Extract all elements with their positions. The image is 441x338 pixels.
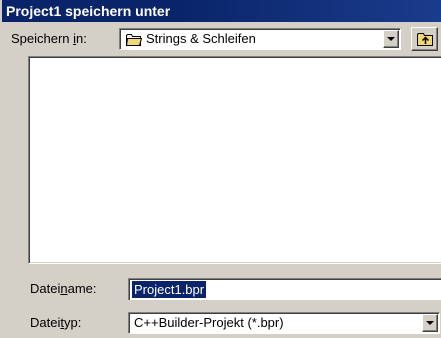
filetype-label: Dateityp:	[30, 315, 82, 330]
save-in-label: Speichern in:	[11, 31, 87, 46]
folder-icon	[125, 33, 143, 46]
save-in-dropdown[interactable]: Strings & Schleifen	[119, 28, 401, 50]
file-list[interactable]	[28, 56, 441, 264]
save-in-value: Strings & Schleifen	[146, 31, 256, 46]
filename-label: Dateiname:	[30, 281, 97, 296]
filetype-dropdown[interactable]: C++Builder-Projekt (*.bpr)	[128, 312, 440, 334]
dialog-title: Project1 speichern unter	[2, 0, 441, 22]
filename-value: Project1.bpr	[132, 281, 207, 298]
up-one-level-button[interactable]	[411, 27, 438, 51]
chevron-down-icon[interactable]	[422, 314, 438, 332]
filetype-value: C++Builder-Projekt (*.bpr)	[134, 315, 284, 330]
up-one-level-icon	[417, 33, 433, 46]
chevron-down-icon[interactable]	[383, 30, 399, 48]
filename-input[interactable]: Project1.bpr	[128, 278, 441, 300]
